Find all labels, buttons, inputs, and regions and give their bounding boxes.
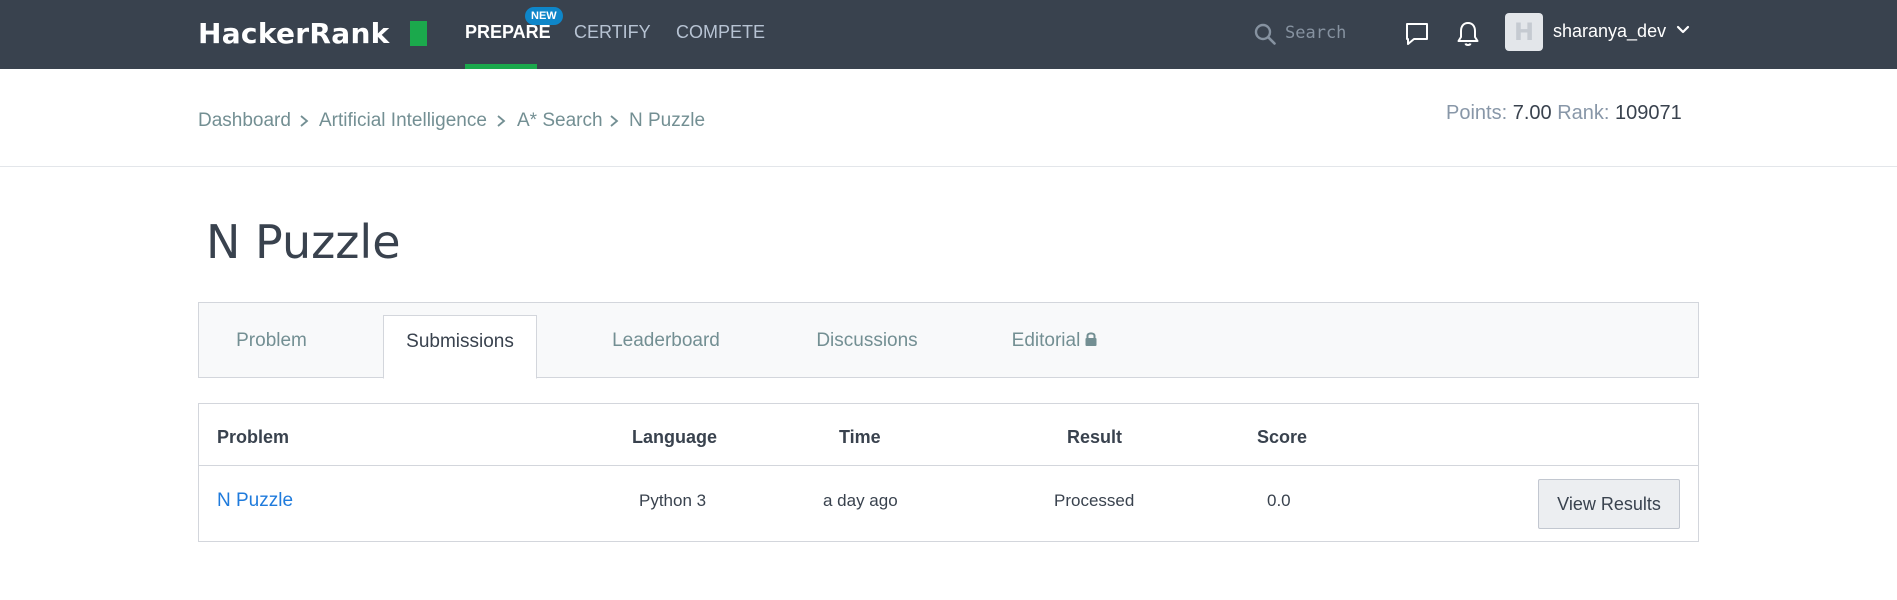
breadcrumb-bar: Dashboard Artificial Intelligence A* Sea… <box>0 69 1897 167</box>
rank-label: Rank: <box>1557 102 1610 124</box>
submission-time: a day ago <box>823 491 898 510</box>
table-header: Problem Language Time Result Score <box>199 404 1698 466</box>
points-label: Points: <box>1446 102 1508 124</box>
chat-icon[interactable] <box>1404 21 1430 47</box>
submission-score: 0.0 <box>1267 491 1291 510</box>
chevron-down-icon[interactable] <box>1675 22 1691 38</box>
submission-language: Python 3 <box>639 491 707 510</box>
avatar[interactable]: H <box>1505 13 1543 51</box>
page-title: N Puzzle <box>206 215 401 269</box>
challenge-tabs: Problem Submissions Leaderboard Discussi… <box>198 302 1699 379</box>
breadcrumb-a-star-search[interactable]: A* Search <box>517 109 603 133</box>
submission-result: Processed <box>1054 491 1135 510</box>
column-header-problem: Problem <box>217 427 290 447</box>
logo-mark <box>410 21 427 46</box>
points-value: 7.00 <box>1512 102 1552 124</box>
nav-compete[interactable]: COMPETE <box>676 0 765 69</box>
view-results-button[interactable]: View Results <box>1538 479 1680 529</box>
search-input[interactable] <box>1285 18 1395 48</box>
submissions-table: Problem Language Time Result Score N Puz… <box>198 403 1699 542</box>
search-icon[interactable] <box>1253 22 1277 46</box>
top-nav: HackerRank PREPARE NEW CERTIFY COMPETE H… <box>0 0 1897 69</box>
tab-editorial[interactable]: Editorial <box>1005 303 1105 378</box>
lock-icon <box>1085 332 1097 346</box>
tab-editorial-label: Editorial <box>1011 330 1081 351</box>
new-badge: NEW <box>525 7 563 25</box>
column-header-score: Score <box>1257 427 1308 447</box>
breadcrumb-artificial-intelligence[interactable]: Artificial Intelligence <box>319 109 487 133</box>
breadcrumb-dashboard[interactable]: Dashboard <box>198 109 291 133</box>
tab-leaderboard[interactable]: Leaderboard <box>595 303 737 378</box>
tab-discussions[interactable]: Discussions <box>799 303 935 378</box>
breadcrumb-current: N Puzzle <box>629 110 706 131</box>
rank-value: 109071 <box>1615 102 1682 124</box>
logo[interactable]: HackerRank <box>198 17 390 51</box>
nav-certify[interactable]: CERTIFY <box>574 0 651 69</box>
chevron-right-icon <box>610 115 619 127</box>
chevron-right-icon <box>497 115 506 127</box>
username[interactable]: sharanya_dev <box>1553 19 1666 43</box>
bell-icon[interactable] <box>1455 20 1481 48</box>
tab-problem[interactable]: Problem <box>199 303 344 378</box>
chevron-right-icon <box>300 115 309 127</box>
column-header-result: Result <box>1067 427 1123 447</box>
column-header-time: Time <box>839 427 881 447</box>
tab-submissions[interactable]: Submissions <box>383 315 537 379</box>
column-header-language: Language <box>632 427 718 447</box>
nav-prepare-label: PREPARE <box>465 22 551 42</box>
user-stats: Points: 7.00 Rank: 109071 <box>1446 100 1682 126</box>
submission-problem-link[interactable]: N Puzzle <box>217 490 293 512</box>
